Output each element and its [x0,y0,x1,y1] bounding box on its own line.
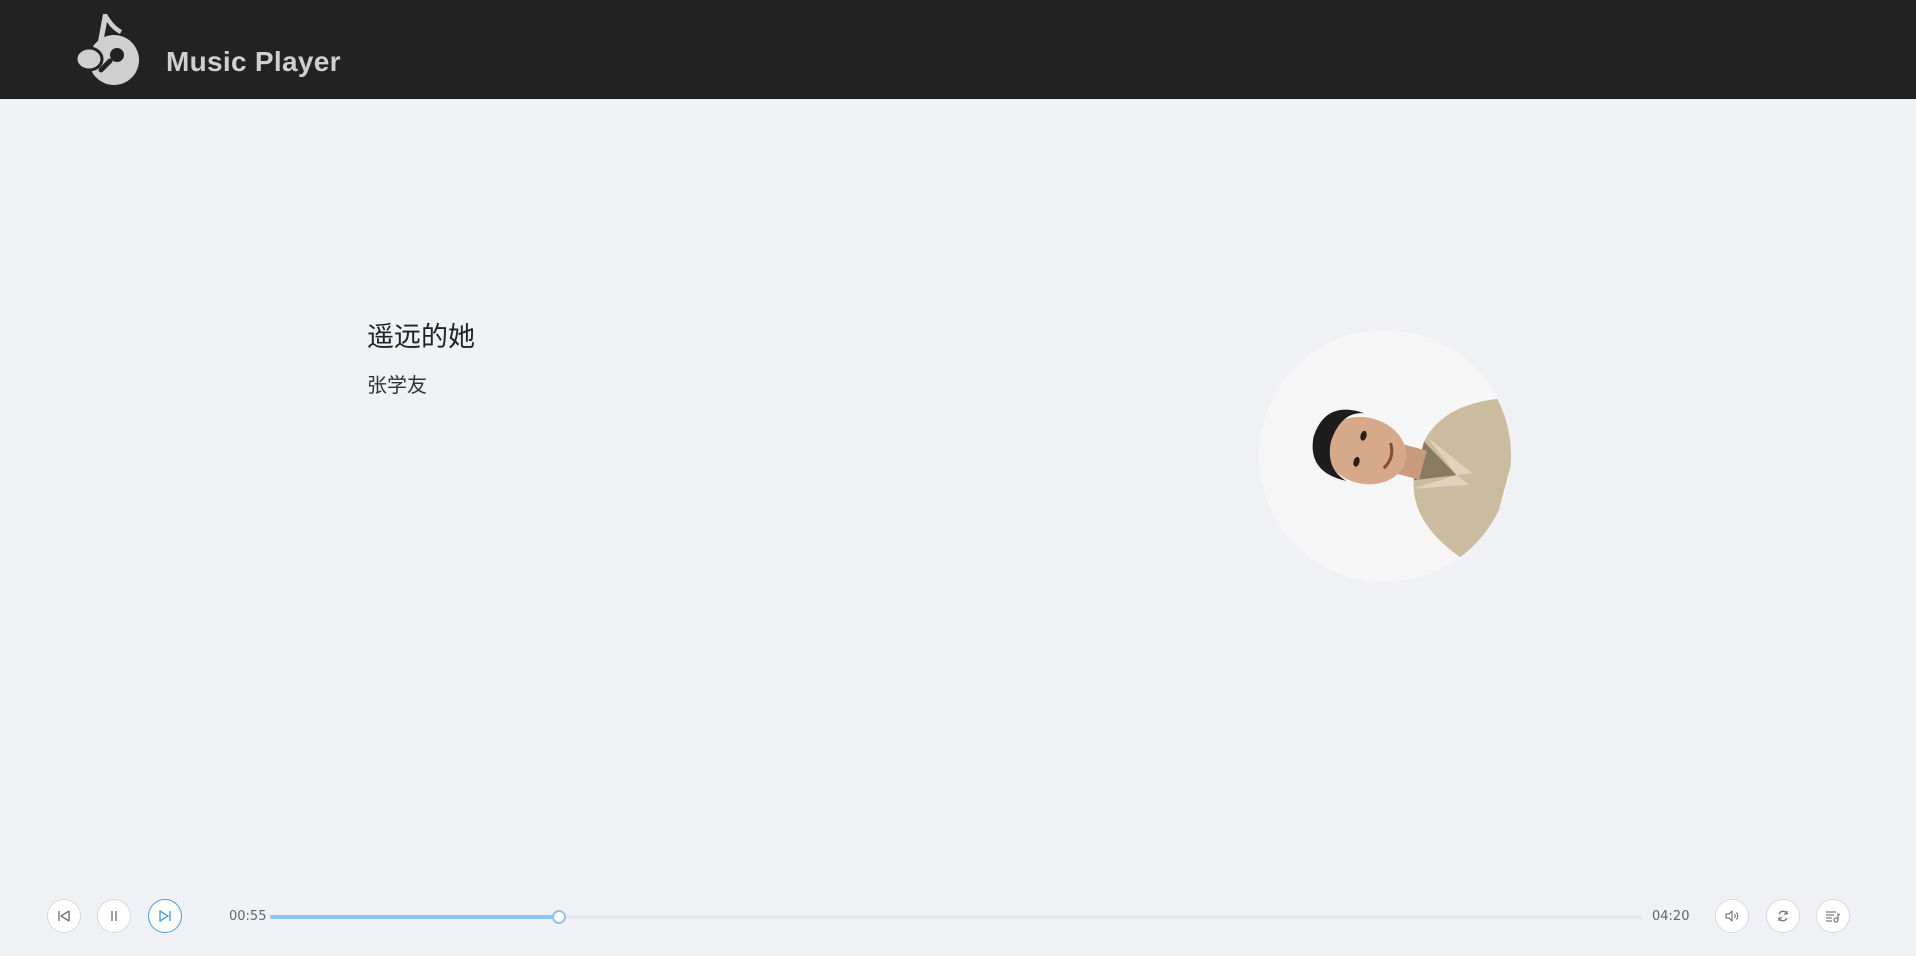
progress-fill [270,915,560,919]
album-cover [1259,330,1511,582]
current-time: 00:55 [229,909,267,924]
loop-button[interactable] [1766,899,1800,933]
pause-button[interactable] [97,899,131,933]
app-header: Music Player [0,0,1916,99]
next-button[interactable] [148,899,182,933]
player-bar: 00:55 04:20 [0,892,1916,942]
progress-handle[interactable] [552,910,567,924]
playlist-icon [1826,911,1841,923]
song-artist: 张学友 [367,373,427,397]
previous-button[interactable] [47,899,81,933]
music-logo-icon [70,8,146,86]
total-time: 04:20 [1652,909,1690,924]
app-title: Music Player [166,46,341,77]
song-title: 遥远的她 [367,322,475,353]
skip-next-icon [159,910,171,922]
pause-icon [111,911,117,921]
volume-button[interactable] [1715,899,1749,933]
skip-previous-icon [58,910,70,922]
playlist-button[interactable] [1816,899,1850,933]
loop-icon [1778,910,1788,922]
progress-slider[interactable] [270,910,1642,924]
volume-icon [1725,910,1739,922]
